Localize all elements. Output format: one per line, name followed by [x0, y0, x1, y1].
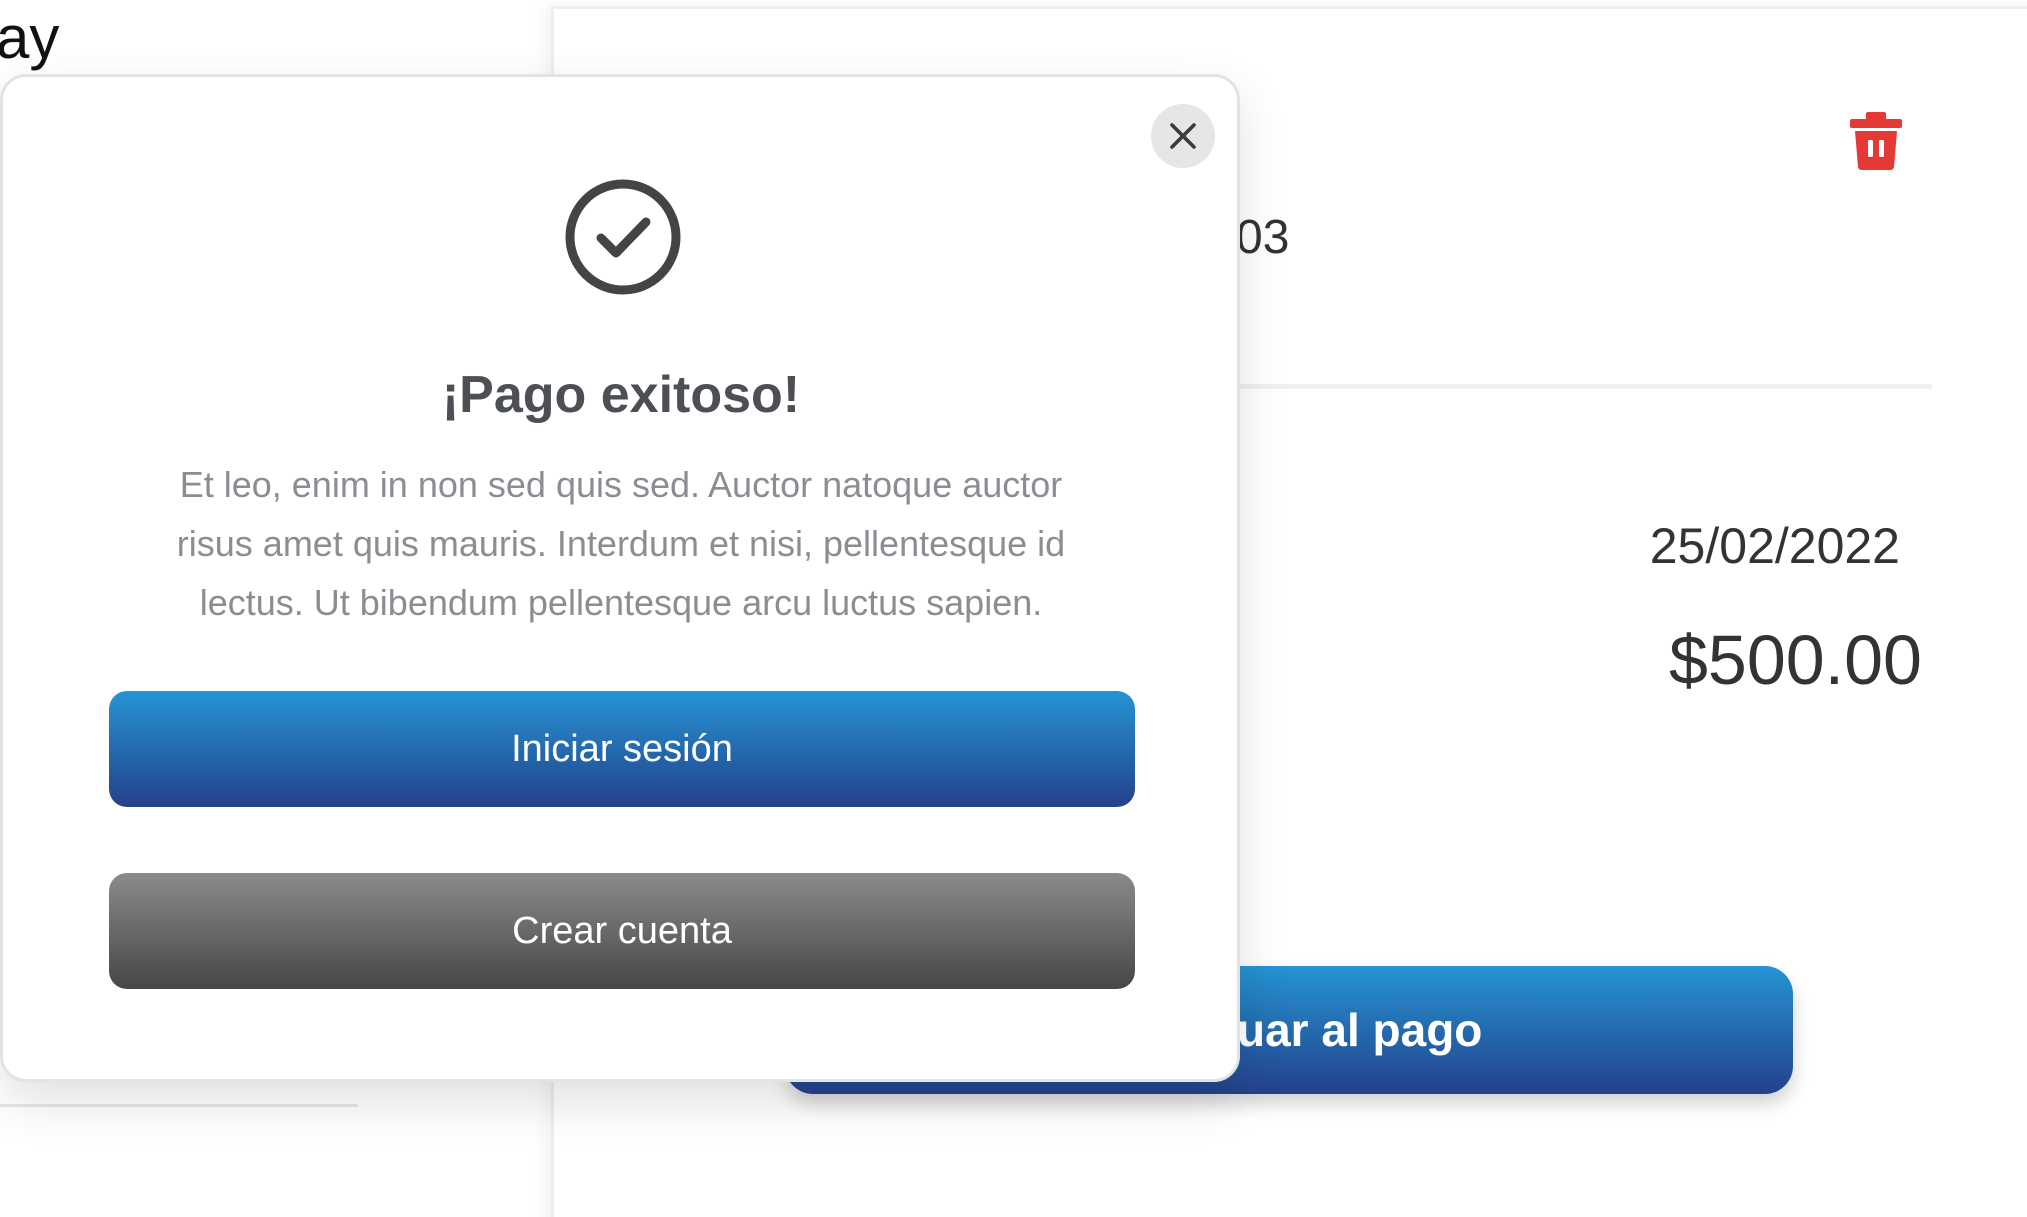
check-circle-icon: [565, 179, 681, 295]
modal-title: ¡Pago exitoso!: [441, 366, 801, 424]
payment-success-modal: ¡Pago exitoso! Et leo, enim in non sed q…: [0, 74, 1240, 1082]
order-date: 25/02/2022: [1649, 518, 1900, 574]
background-left-heading: ay: [0, 4, 60, 71]
modal-description-line: risus amet quis mauris. Interdum et nisi…: [176, 523, 1066, 564]
trash-icon: [1850, 112, 1902, 170]
close-button[interactable]: [1151, 104, 1215, 168]
create-account-button[interactable]: Crear cuenta: [109, 873, 1135, 989]
order-amount: $500.00: [1668, 621, 1922, 699]
modal-description-line: Et leo, enim in non sed quis sed. Auctor…: [179, 464, 1063, 505]
background-left-divider: [0, 1104, 358, 1107]
card-divider: [1236, 384, 1932, 389]
page: ay 03 25/02/2022 $500.00 uar al pago ¡Pa…: [0, 0, 2027, 1217]
close-icon: [1170, 123, 1196, 149]
login-button[interactable]: Iniciar sesión: [109, 691, 1135, 807]
modal-description: Et leo, enim in non sed quis sed. Auctor…: [113, 455, 1129, 632]
order-number: 03: [1236, 211, 1290, 264]
delete-button[interactable]: [1848, 110, 1904, 170]
modal-description-line: lectus. Ut bibendum pellentesque arcu lu…: [199, 582, 1043, 623]
